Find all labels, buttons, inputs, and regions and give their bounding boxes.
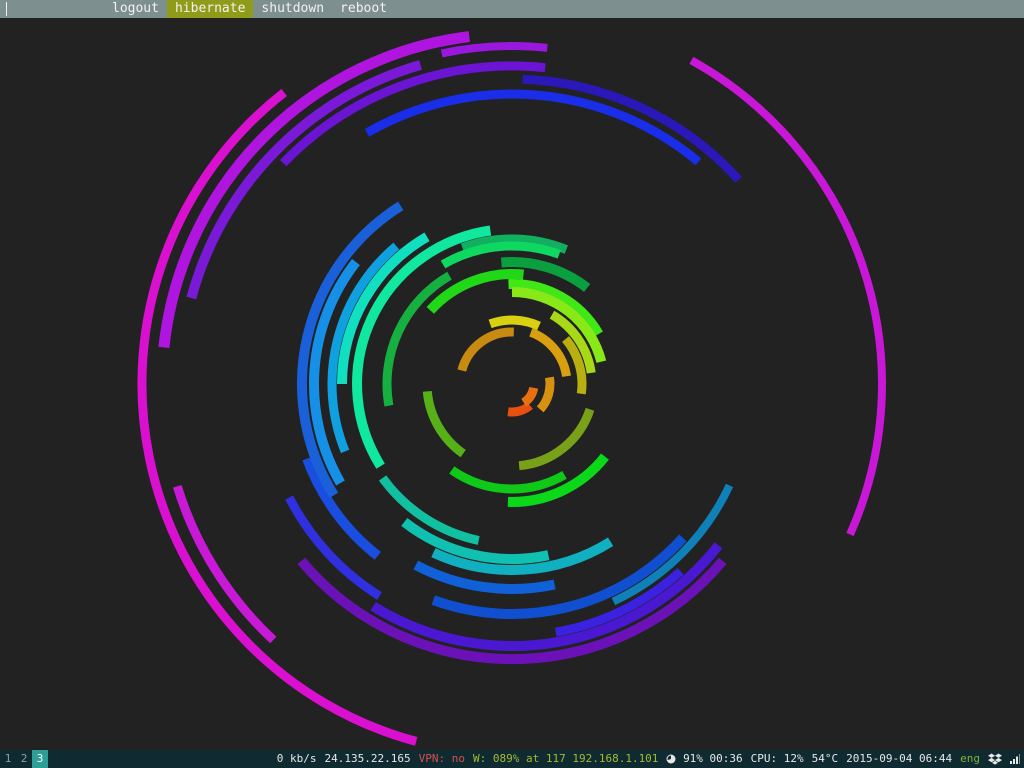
shutdown-button[interactable]: shutdown [253, 0, 332, 18]
workspace-2[interactable]: 2 [16, 750, 32, 768]
dropbox-icon[interactable] [988, 753, 1002, 765]
hibernate-button[interactable]: hibernate [166, 0, 254, 18]
visualizer-arc [378, 475, 480, 545]
battery-status: 91% 00:36 [666, 750, 743, 768]
vpn-status: VPN: no [418, 752, 465, 765]
reboot-button[interactable]: reboot [332, 0, 395, 18]
visualizer-arc [518, 407, 595, 471]
clock: 2015-09-04 06:44 [846, 752, 953, 765]
visualizer-arc [449, 466, 567, 494]
session-menu: logout hibernate shutdown reboot [104, 0, 395, 18]
visualizer-arc [440, 42, 548, 58]
visualizer-arc [422, 390, 466, 458]
visualizer-arc [521, 386, 539, 407]
audio-visualizer [0, 18, 1024, 750]
visualizer-arc [364, 89, 702, 166]
visualizer-arc [529, 328, 571, 378]
battery-value: 91% 00:36 [683, 752, 743, 765]
signal-icon [1010, 754, 1020, 764]
text-cursor [6, 2, 7, 16]
visualizer-arc [507, 401, 533, 417]
visualizer-arc [457, 327, 514, 372]
status-bar: 1 2 3 0 kb/s 24.135.22.165 VPN: no W: 08… [0, 750, 1024, 768]
desktop: logout hibernate shutdown reboot 1 2 3 0… [0, 0, 1024, 768]
session-menu-bar: logout hibernate shutdown reboot [0, 0, 1024, 18]
visualizer-arc [488, 315, 541, 331]
wifi-status: W: 089% at 117 192.168.1.101 [473, 752, 659, 765]
battery-icon [666, 754, 676, 764]
visualizer-arc [536, 376, 555, 413]
visualizer-arc [689, 56, 886, 537]
net-speed: 0 kb/s [276, 752, 317, 765]
logout-button[interactable]: logout [104, 0, 167, 18]
visualizer-canvas [137, 31, 886, 746]
keyboard-layout[interactable]: eng [960, 750, 980, 768]
status-indicators: 0 kb/s 24.135.22.165 VPN: no W: 089% at … [277, 750, 1020, 768]
workspace-1[interactable]: 1 [0, 750, 16, 768]
visualizer-arc [137, 88, 418, 746]
workspace-3[interactable]: 3 [32, 750, 48, 768]
cpu-temp: 54°C [811, 752, 839, 765]
cpu-usage: CPU: 12% [750, 752, 804, 765]
public-ip: 24.135.22.165 [324, 752, 411, 765]
workspace-switcher: 1 2 3 [0, 750, 48, 768]
